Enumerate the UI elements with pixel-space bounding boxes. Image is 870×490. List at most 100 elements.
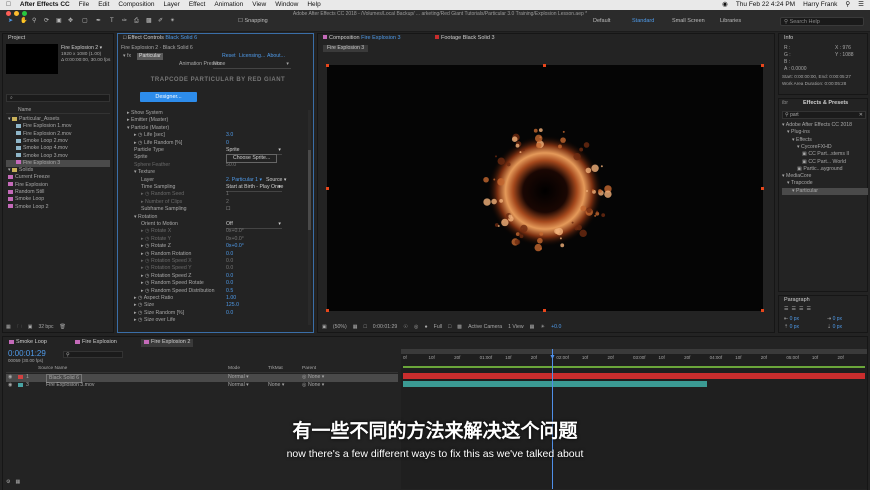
search-help-input[interactable]: ⚲ Search Help [780,17,864,26]
effect-property-row[interactable]: ▸ ◷ Random Seed 1 [121,191,306,198]
toggle-pixel-icon[interactable]: ▦ [530,324,535,331]
layer-handle-mr[interactable] [761,187,764,190]
workspace-standard[interactable]: Standard [632,18,654,25]
close-window-button[interactable] [6,11,11,16]
layer-handle-tl[interactable] [326,64,329,67]
playhead-handle-icon[interactable]: ▼ [549,354,556,361]
hand-tool-icon[interactable]: ✋ [20,18,27,26]
project-search-input[interactable]: ⌕ [6,94,110,102]
layer-parent-dropdown[interactable]: ◎ None ▾ [302,382,324,389]
layer-handle-tc[interactable] [543,64,546,67]
effects-search-input[interactable]: ⚲ part ✕ [782,111,866,119]
workspace-small-screen[interactable]: Small Screen [672,18,705,25]
menu-edit[interactable]: Edit [98,1,109,9]
track-bar-fire-explosion-3[interactable] [403,381,707,387]
effect-controls-scrollbar[interactable] [308,110,311,325]
effect-property-row[interactable]: Particle Type Sprite ▾ [121,147,306,155]
effect-property-row[interactable]: ▸ ◷ Rotate Y 0x+0.0° [121,236,306,243]
effects-tree-item[interactable]: ▾ Adobe After Effects CC 2018 [782,122,868,129]
timeline-layer-row[interactable]: ◉ 3 Fire Explosion 3.mov Normal ▾ None ▾ ◎ No… [6,382,398,390]
justify-icon[interactable]: ☰ [806,306,810,312]
timeline-search-input[interactable]: ⚲ [63,351,123,358]
effect-property-row[interactable]: ▸ ◷ Size Random [%] 0.0 [121,310,306,317]
layer-handle-br[interactable] [761,309,764,312]
playhead[interactable] [552,349,553,489]
layer-name[interactable]: Fire Explosion 3.mov [46,382,94,389]
exposure-value[interactable]: +0.0 [551,324,561,331]
property-value[interactable]: Sprite ▾ [226,147,282,155]
effects-tree-item[interactable]: ▾ MediaCore [782,173,868,180]
roto-brush-icon[interactable]: ✐ [158,18,163,26]
menu-file[interactable]: File [79,1,89,9]
effect-property-row[interactable]: ▸ ◷ Life Random [%] 0 [121,140,306,147]
fx-toggle-icon[interactable]: ▾ fx [123,53,131,60]
effects-presets-tab[interactable]: Effects & Presets [803,100,848,108]
col-source-name[interactable]: Source Name [38,366,67,372]
align-right-icon[interactable]: ☰ [799,306,803,312]
effect-property-row[interactable]: ▾ Particle (Master) [121,125,306,132]
resolution-dropdown[interactable]: Full [434,324,442,331]
project-list-item[interactable]: Fire Explosion [6,182,110,189]
composition-subtab[interactable]: Fire Explosion 3 [323,45,369,52]
project-list-item[interactable]: Smoke Loop 4.mov [6,145,110,152]
project-list-item[interactable]: Fire Explosion 2.mov [6,131,110,138]
layer-trkmat-dropdown[interactable]: None ▾ [268,382,284,389]
effects-tree-item[interactable]: ▾ Particular [782,187,868,195]
effect-property-row[interactable]: ▸ ◷ Size 125.0 [121,302,306,309]
subframe-checkbox[interactable]: ☐ [226,206,231,213]
selection-tool-icon[interactable]: ➤ [8,18,13,26]
property-value[interactable]: 0.5 [226,288,233,295]
effect-property-row[interactable]: ▾ Rotation [121,214,306,221]
menu-help[interactable]: Help [307,1,320,9]
camera-tool-icon[interactable]: ▣ [56,18,62,26]
toggle-switches-icon[interactable]: ⚙ [6,479,10,485]
snapshot-icon[interactable]: ☉ [403,324,408,331]
effect-property-row[interactable]: ▸ ◷ Rotate X 0x+0.0° [121,228,306,235]
project-list-item[interactable]: ▾ Particular_Assets [6,116,110,123]
animation-presets-dropdown[interactable]: None ▾ [213,61,291,69]
always-preview-icon[interactable]: ▣ [322,324,327,331]
visibility-eye-icon[interactable]: ◉ [8,374,13,381]
project-list-item[interactable]: Fire Explosion 1.mov [6,123,110,130]
menu-window[interactable]: Window [275,1,298,9]
new-comp-icon[interactable]: ▣ [28,324,33,330]
effect-property-row[interactable]: Sphere Feather 50.0 [121,162,306,169]
effect-property-row[interactable]: ▸ ◷ Life [sec] 3.0 [121,132,306,139]
layer-handle-bc[interactable] [543,309,546,312]
new-folder-icon[interactable]: 🗀 [17,324,22,330]
show-snapshot-icon[interactable]: ◎ [414,324,419,331]
effect-property-row[interactable]: ▸ ◷ Rotation Speed Y 0.0 [121,265,306,272]
project-list-item[interactable]: Smoke Loop [6,196,110,203]
project-tab[interactable]: Project [8,35,25,43]
property-value[interactable]: 1 [226,191,229,198]
info-tab[interactable]: Info [784,35,793,43]
toggle-modes-icon[interactable]: ▦ [15,479,20,485]
type-tool-icon[interactable]: T [110,18,114,26]
interpret-footage-icon[interactable]: ▦ [6,324,11,330]
effects-tree-item[interactable]: ▣ CC Part...stems II [782,151,868,158]
brush-tool-icon[interactable]: ✑ [122,18,127,26]
wifi-icon[interactable]: ◉ [722,1,728,9]
property-value[interactable]: 0.0 [226,280,233,287]
project-list-item[interactable]: Fire Explosion 3 [6,159,110,167]
indent-right[interactable]: ⇥ 0 px [827,316,842,322]
minimize-window-button[interactable] [14,11,19,16]
property-value[interactable]: 0.0 [226,273,233,280]
composition-tab[interactable]: Composition Fire Explosion 3 [323,35,401,43]
effect-property-row[interactable]: Orient to Motion Off ▾ [121,221,306,229]
apple-icon[interactable]:  [6,1,11,9]
layer-parent-dropdown[interactable]: ◎ None ▾ [302,374,324,381]
effect-property-row[interactable]: Sprite Choose Sprite... [121,154,306,163]
menu-animation[interactable]: Animation [214,1,243,9]
source-dropdown[interactable]: Source ▾ [266,177,286,184]
property-value[interactable]: 50.0 [226,162,236,169]
effect-property-row[interactable]: ▸ ◷ Aspect Ratio 1.00 [121,295,306,302]
effects-tree-item[interactable]: ▣ CC Part... World [782,159,868,166]
property-value[interactable]: 0 [226,140,229,147]
effect-property-row[interactable]: ▸ ◷ Rotation Speed X 0.0 [121,258,306,265]
mask-icon[interactable]: □ [364,324,367,331]
visibility-eye-icon[interactable]: ◉ [8,382,13,389]
footage-tab[interactable]: Footage Black Solid 3 [435,35,495,43]
work-area-bar[interactable] [401,349,867,354]
puppet-tool-icon[interactable]: ✴ [170,18,175,26]
